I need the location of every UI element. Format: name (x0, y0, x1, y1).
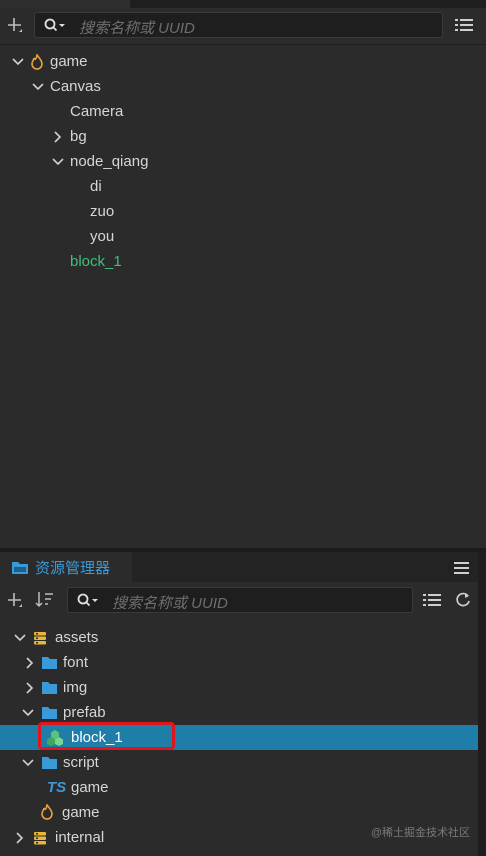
plus-icon (8, 18, 22, 32)
annotation-highlight-box (38, 722, 175, 750)
scroll-gutter (478, 552, 486, 856)
tree-node-node-qiang[interactable]: node_qiang (0, 149, 486, 174)
folder-icon (42, 682, 57, 694)
sort-icon (35, 592, 53, 608)
top-strip (0, 0, 486, 8)
folder-icon (42, 657, 57, 669)
refresh-button[interactable] (452, 589, 474, 611)
asset-item-label: font (63, 654, 89, 671)
chevron-down-icon[interactable] (14, 632, 26, 644)
folder-icon (42, 707, 57, 719)
hierarchy-toolbar: 搜索名称或 UUID (0, 8, 486, 45)
hierarchy-search-input[interactable]: 搜索名称或 UUID (34, 12, 443, 38)
tree-node-label: bg (70, 128, 87, 145)
tree-node-label: Camera (70, 103, 124, 120)
asset-item-label: img (63, 679, 88, 696)
search-icon (44, 18, 65, 32)
asset-item-label: assets (55, 629, 99, 646)
asset-item-font[interactable]: font (0, 650, 478, 675)
search-placeholder: 搜索名称或 UUID (79, 20, 195, 37)
tree-node-label: game (50, 53, 88, 70)
chevron-down-icon[interactable] (32, 81, 44, 93)
folder-icon (42, 757, 57, 769)
tree-node-game[interactable]: game (0, 49, 486, 74)
chevron-right-icon[interactable] (24, 682, 36, 694)
folder-tab-icon (12, 562, 28, 574)
tree-node-label: you (90, 228, 115, 245)
typescript-icon: TS (47, 779, 67, 796)
asset-item-game-scene[interactable]: game (0, 800, 478, 825)
tree-node-canvas[interactable]: Canvas (0, 74, 486, 99)
tree-node-label: block_1 (70, 253, 122, 270)
add-node-button[interactable] (4, 14, 26, 36)
add-asset-button[interactable] (4, 589, 26, 611)
assets-search-input[interactable]: 搜索名称或 UUID (67, 587, 413, 613)
asset-item-label: internal (55, 829, 105, 846)
tree-node-you[interactable]: you (0, 224, 486, 249)
chevron-right-icon[interactable] (24, 657, 36, 669)
cocos-scene-icon (41, 804, 53, 820)
chevron-down-icon[interactable] (12, 56, 24, 68)
tab-title: 资源管理器 (35, 560, 111, 577)
tree-node-label: node_qiang (70, 153, 149, 170)
database-icon (34, 832, 46, 845)
assets-toolbar: 搜索名称或 UUID (0, 584, 486, 617)
refresh-icon (456, 592, 470, 607)
hamburger-icon (454, 562, 469, 574)
list-menu-icon (455, 19, 473, 31)
asset-item-script[interactable]: script (0, 750, 478, 775)
chevron-down-icon[interactable] (52, 156, 64, 168)
chevron-down-icon[interactable] (22, 757, 34, 769)
database-icon (34, 632, 46, 645)
tab-assets[interactable]: 资源管理器 (0, 552, 132, 582)
asset-item-label: script (63, 754, 99, 771)
assets-panel-menu-button[interactable] (452, 558, 472, 578)
list-menu-icon (423, 594, 441, 606)
tree-node-zuo[interactable]: zuo (0, 199, 486, 224)
chevron-right-icon[interactable] (14, 832, 26, 844)
cocos-scene-icon (31, 54, 43, 70)
assets-list-view-button[interactable] (420, 589, 444, 611)
tree-node-label: zuo (90, 203, 115, 220)
tree-node-bg[interactable]: bg (0, 124, 486, 149)
asset-item-label: game (71, 779, 109, 796)
tree-node-camera[interactable]: Camera (0, 99, 486, 124)
hierarchy-menu-button[interactable] (452, 14, 476, 36)
chevron-down-icon[interactable] (22, 707, 34, 719)
tree-node-label: Canvas (50, 78, 101, 95)
asset-item-assets[interactable]: assets (0, 625, 478, 650)
chevron-right-icon[interactable] (52, 131, 64, 143)
sort-button[interactable] (34, 589, 56, 611)
plus-icon (8, 593, 22, 607)
asset-item-img[interactable]: img (0, 675, 478, 700)
asset-item-label: game (62, 804, 100, 821)
hierarchy-tree: game Canvas Camera bg node_qiang di zuo … (0, 49, 486, 289)
search-icon (77, 593, 98, 607)
tree-node-label: di (90, 178, 102, 195)
watermark: @稀土掘金技术社区 (370, 827, 470, 839)
tree-node-di[interactable]: di (0, 174, 486, 199)
asset-item-game-script[interactable]: TS game (0, 775, 478, 800)
tree-node-block-1[interactable]: block_1 (0, 249, 486, 274)
search-placeholder: 搜索名称或 UUID (112, 595, 228, 612)
